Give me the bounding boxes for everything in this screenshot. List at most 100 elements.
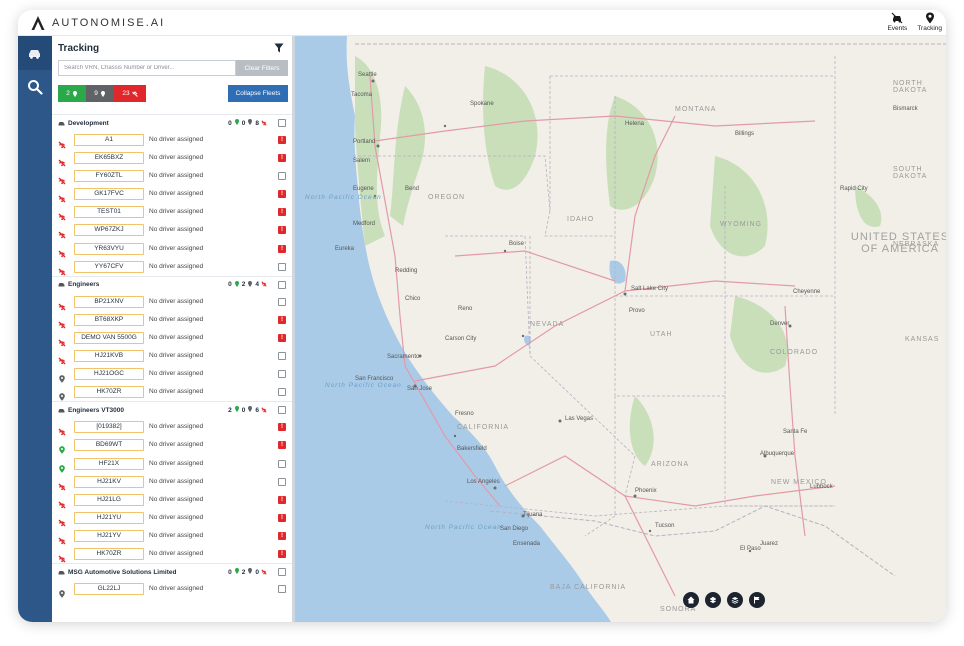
- map-layers-button[interactable]: [705, 592, 721, 608]
- vehicle-checkbox[interactable]: [278, 352, 286, 361]
- city-label: Juarez: [760, 541, 779, 547]
- events-button[interactable]: Events: [887, 12, 907, 32]
- vehicle-row[interactable]: TEST01 No driver assigned !: [52, 203, 292, 221]
- vehicle-row[interactable]: HJ21KVB No driver assigned: [52, 347, 292, 365]
- alert-badge[interactable]: !: [278, 244, 286, 253]
- tracking-button[interactable]: Tracking: [917, 12, 942, 32]
- driver-name: No driver assigned: [149, 208, 204, 216]
- no-signal-icon: [58, 263, 66, 276]
- search-icon: [28, 80, 43, 95]
- alert-badge[interactable]: !: [278, 190, 286, 199]
- fleet-icon: [58, 283, 65, 287]
- alert-badge[interactable]: !: [278, 333, 286, 342]
- alert-badge[interactable]: !: [278, 315, 286, 324]
- location-pin-icon: [58, 388, 66, 402]
- driver-name: No driver assigned: [149, 297, 204, 305]
- no-signal-icon: [58, 172, 66, 185]
- city-label: Spokane: [470, 101, 494, 107]
- vehicle-row[interactable]: HK70ZR No driver assigned !: [52, 545, 292, 563]
- alert-badge[interactable]: !: [278, 423, 286, 432]
- fleet-idle-count: 0: [241, 406, 246, 414]
- fleet-online-count: 0: [228, 568, 232, 576]
- vehicle-checkbox[interactable]: [278, 477, 286, 486]
- city-label: Lubbock: [810, 484, 833, 490]
- alert-badge[interactable]: !: [278, 441, 286, 450]
- vehicle-checkbox[interactable]: [278, 459, 286, 468]
- fleet-checkbox[interactable]: [278, 568, 286, 577]
- city-label: Chico: [405, 296, 421, 302]
- vehicle-checkbox[interactable]: [278, 172, 286, 181]
- collapse-fleets-button[interactable]: Collapse Fleets: [228, 85, 288, 102]
- search-row: Clear Filters: [58, 60, 288, 76]
- driver-name: No driver assigned: [149, 333, 204, 341]
- fleet-header[interactable]: MSG Automotive Solutions Limited 0 2 0: [52, 563, 292, 580]
- vehicle-checkbox[interactable]: [278, 370, 286, 379]
- vehicle-checkbox[interactable]: [278, 262, 286, 271]
- location-pin-icon: [247, 280, 253, 289]
- vehicle-row[interactable]: GK17FVC No driver assigned !: [52, 185, 292, 203]
- alert-badge[interactable]: !: [278, 495, 286, 504]
- vehicle-row[interactable]: GL22LJ No driver assigned: [52, 580, 292, 598]
- fleet-name: Development: [68, 119, 109, 127]
- vehicle-row[interactable]: HJ21YV No driver assigned !: [52, 527, 292, 545]
- rail-search-button[interactable]: [18, 70, 52, 104]
- vehicle-row[interactable]: HJ21OGC No driver assigned: [52, 365, 292, 383]
- vehicle-row[interactable]: WP67ZKJ No driver assigned !: [52, 221, 292, 239]
- vehicle-row[interactable]: [019382] No driver assigned !: [52, 418, 292, 436]
- fleet-header[interactable]: Engineers 0 2 4: [52, 275, 292, 293]
- vehicle-row[interactable]: BT68XKP No driver assigned !: [52, 311, 292, 329]
- vehicle-row[interactable]: FY60ZTL No driver assigned: [52, 167, 292, 185]
- fleet-header[interactable]: Development 0 0 8: [52, 114, 292, 131]
- vehicle-row[interactable]: BD69WT No driver assigned !: [52, 436, 292, 455]
- no-signal-icon: [261, 407, 268, 414]
- vehicle-row[interactable]: HJ21KV No driver assigned: [52, 473, 292, 491]
- city-label: Albuquerque: [760, 451, 795, 457]
- vehicle-row[interactable]: YY67CFV No driver assigned: [52, 258, 292, 276]
- vehicle-row[interactable]: HJ21YU No driver assigned !: [52, 509, 292, 527]
- idle-count-filter[interactable]: 9: [86, 85, 114, 102]
- map-home-button[interactable]: [683, 592, 699, 608]
- vehicle-row[interactable]: YR63VYU No driver assigned !: [52, 240, 292, 258]
- fleet-checkbox[interactable]: [278, 280, 286, 289]
- vehicle-row[interactable]: EK65BXZ No driver assigned !: [52, 149, 292, 167]
- rail-vehicles-button[interactable]: [18, 36, 52, 70]
- map-view[interactable]: North Pacific Ocean North Pacific Ocean …: [295, 36, 946, 622]
- alert-badge[interactable]: !: [278, 549, 286, 558]
- city-label: Phoenix: [635, 488, 657, 494]
- clear-filters-button[interactable]: Clear Filters: [236, 60, 288, 76]
- vehicle-row[interactable]: HF21X No driver assigned: [52, 455, 292, 473]
- location-pin-icon: [925, 12, 934, 24]
- vehicle-checkbox[interactable]: [278, 388, 286, 397]
- city-label: Denver: [770, 321, 790, 327]
- vehicle-row[interactable]: HJ21LG No driver assigned !: [52, 491, 292, 509]
- offline-count-filter[interactable]: 23: [114, 85, 146, 102]
- vehicle-row[interactable]: A1 No driver assigned !: [52, 131, 292, 149]
- fleet-header[interactable]: Engineers VT3000 2 0 6: [52, 401, 292, 418]
- panel-header: Tracking: [52, 36, 292, 58]
- state-label: OREGON: [428, 194, 466, 201]
- vehicle-row[interactable]: DEMO VAN 5500G No driver assigned !: [52, 329, 292, 347]
- fleet-list: Development 0 0 8 A1 No driver assigned …: [52, 114, 292, 598]
- vehicle-checkbox[interactable]: [278, 297, 286, 306]
- alert-badge[interactable]: !: [278, 208, 286, 217]
- fleet-checkbox[interactable]: [278, 406, 286, 415]
- vehicle-plate: EK65BXZ: [74, 152, 144, 165]
- online-count-filter[interactable]: 2: [58, 85, 86, 102]
- vehicle-checkbox[interactable]: [278, 585, 286, 594]
- fleet-checkbox[interactable]: [278, 119, 286, 127]
- alert-badge[interactable]: !: [278, 513, 286, 522]
- vehicle-row[interactable]: HK70ZR No driver assigned: [52, 383, 292, 402]
- vehicle-plate: BP21XNV: [74, 295, 144, 308]
- alert-badge[interactable]: !: [278, 136, 286, 144]
- map-stack-button[interactable]: [727, 592, 743, 608]
- city-label: Los Angeles: [467, 479, 500, 485]
- filter-icon[interactable]: [274, 43, 284, 53]
- map-flag-button[interactable]: [749, 592, 765, 608]
- home-icon: [687, 596, 695, 604]
- alert-badge[interactable]: !: [278, 226, 286, 235]
- vehicle-search-input[interactable]: [58, 60, 236, 76]
- location-pin-icon: [247, 406, 253, 414]
- alert-badge[interactable]: !: [278, 154, 286, 163]
- vehicle-row[interactable]: BP21XNV No driver assigned: [52, 293, 292, 311]
- alert-badge[interactable]: !: [278, 531, 286, 540]
